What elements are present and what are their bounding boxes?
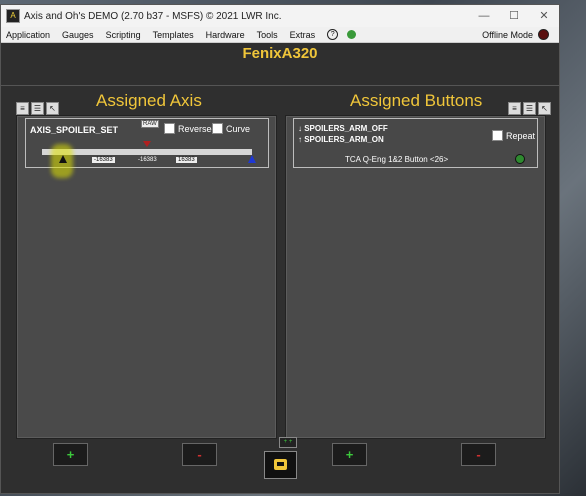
maximize-button[interactable]: ☐ bbox=[499, 5, 529, 27]
axis-min-value: -16383 bbox=[92, 157, 115, 163]
axis-min-handle-icon[interactable] bbox=[59, 155, 67, 163]
options-icon[interactable]: ↖ bbox=[538, 102, 551, 115]
button-release-event: ↑ SPOILERS_ARM_ON bbox=[298, 135, 384, 144]
list-view-icon[interactable]: ≡ bbox=[508, 102, 521, 115]
repeat-label: Repeat bbox=[506, 130, 536, 141]
add-button-button[interactable]: + bbox=[332, 443, 367, 466]
menu-extras[interactable]: Extras bbox=[284, 30, 322, 40]
print-button[interactable] bbox=[264, 451, 297, 479]
header-divider bbox=[1, 85, 559, 86]
help-icon[interactable]: ? bbox=[327, 29, 339, 40]
menu-bar: Application Gauges Scripting Templates H… bbox=[1, 27, 559, 43]
assigned-buttons-title: Assigned Buttons bbox=[350, 91, 483, 110]
axis-toolbar: ≡ ☰ ↖ bbox=[16, 102, 59, 115]
list-view-icon[interactable]: ≡ bbox=[16, 102, 29, 115]
axis-current-value: -16383 bbox=[138, 157, 157, 163]
repeat-checkbox[interactable] bbox=[492, 130, 503, 141]
reversed-label: Reversed bbox=[178, 123, 217, 134]
axis-card[interactable]: AXIS_SPOILER_SET RAW Reversed Curve -163… bbox=[25, 118, 269, 178]
expand-button[interactable]: + + bbox=[279, 437, 297, 448]
connection-globe-icon[interactable] bbox=[347, 30, 357, 39]
detail-view-icon[interactable]: ☰ bbox=[523, 102, 536, 115]
curve-label: Curve bbox=[226, 123, 251, 134]
close-button[interactable]: ✕ bbox=[529, 5, 559, 27]
menu-tools[interactable]: Tools bbox=[251, 30, 284, 40]
printer-icon bbox=[274, 459, 287, 470]
minimize-button[interactable]: — bbox=[469, 5, 499, 27]
remove-button-button[interactable]: - bbox=[461, 443, 496, 466]
curve-option[interactable]: Curve bbox=[212, 123, 250, 134]
offline-status-icon bbox=[538, 29, 549, 40]
axis-max-handle-icon[interactable] bbox=[248, 155, 256, 163]
assigned-buttons-panel: ↓ SPOILERS_ARM_OFF ↑ SPOILERS_ARM_ON Rep… bbox=[285, 115, 546, 439]
assigned-axis-panel: AXIS_SPOILER_SET RAW Reversed Curve -163… bbox=[16, 115, 277, 439]
axis-max-value: 16383 bbox=[176, 157, 197, 163]
button-status-led-icon bbox=[515, 154, 525, 164]
title-bar[interactable]: A Axis and Oh's DEMO (2.70 b37 - MSFS) ©… bbox=[1, 5, 559, 27]
raw-button[interactable]: RAW bbox=[141, 120, 159, 128]
curve-checkbox[interactable] bbox=[212, 123, 223, 134]
axis-range-track[interactable] bbox=[42, 149, 252, 155]
button-press-event: ↓ SPOILERS_ARM_OFF bbox=[298, 124, 388, 133]
detail-view-icon[interactable]: ☰ bbox=[31, 102, 44, 115]
app-icon: A bbox=[6, 9, 20, 23]
menu-hardware[interactable]: Hardware bbox=[200, 30, 251, 40]
offline-mode-indicator[interactable]: Offline Mode bbox=[482, 27, 549, 42]
menu-application[interactable]: Application bbox=[1, 30, 56, 40]
offline-mode-label: Offline Mode bbox=[482, 29, 533, 40]
buttons-toolbar: ≡ ☰ ↖ bbox=[508, 102, 551, 115]
button-device-label: TCA Q-Eng 1&2 Button <26> bbox=[345, 155, 449, 164]
reversed-option[interactable]: Reversed bbox=[164, 123, 217, 134]
profile-title: FenixA320 bbox=[242, 45, 318, 62]
add-axis-button[interactable]: + bbox=[53, 443, 88, 466]
window-title: Axis and Oh's DEMO (2.70 b37 - MSFS) © 2… bbox=[24, 10, 282, 22]
axis-name: AXIS_SPOILER_SET bbox=[30, 125, 119, 135]
app-window: A Axis and Oh's DEMO (2.70 b37 - MSFS) ©… bbox=[0, 4, 560, 494]
remove-axis-button[interactable]: - bbox=[182, 443, 217, 466]
reversed-checkbox[interactable] bbox=[164, 123, 175, 134]
axis-position-marker-icon bbox=[143, 141, 151, 147]
options-icon[interactable]: ↖ bbox=[46, 102, 59, 115]
menu-scripting[interactable]: Scripting bbox=[100, 30, 147, 40]
menu-gauges[interactable]: Gauges bbox=[56, 30, 100, 40]
menu-templates[interactable]: Templates bbox=[147, 30, 200, 40]
button-card[interactable]: ↓ SPOILERS_ARM_OFF ↑ SPOILERS_ARM_ON Rep… bbox=[293, 118, 538, 168]
assigned-axis-title: Assigned Axis bbox=[96, 91, 202, 110]
window-controls: — ☐ ✕ bbox=[469, 5, 559, 27]
repeat-option[interactable]: Repeat bbox=[492, 130, 535, 141]
